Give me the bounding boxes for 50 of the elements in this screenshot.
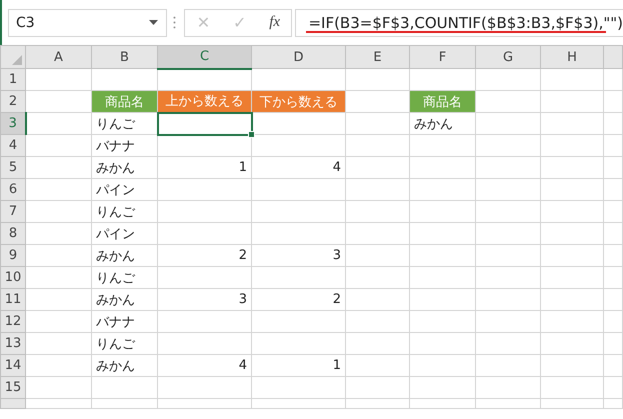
formula-button[interactable]: fx <box>265 14 284 31</box>
row-header[interactable]: 5 <box>0 156 26 178</box>
table-cell[interactable]: みかん <box>410 112 476 134</box>
table-cell[interactable]: 3 <box>252 244 346 266</box>
row-header[interactable]: 9 <box>0 244 26 266</box>
table-cell[interactable]: 3 <box>158 288 252 310</box>
table-cell[interactable]: みかん <box>92 156 158 178</box>
table-cell[interactable]: 4 <box>252 156 346 178</box>
row-header[interactable]: 12 <box>0 310 26 332</box>
dropdown-icon[interactable] <box>149 20 158 25</box>
fill-handle[interactable] <box>248 130 254 138</box>
column-header[interactable]: E <box>346 46 410 68</box>
column-header[interactable]: D <box>252 46 346 68</box>
column-header[interactable]: H <box>540 46 604 68</box>
row-header[interactable]: 1 <box>0 68 26 90</box>
table-cell[interactable]: パイン <box>92 222 158 244</box>
table-cell[interactable]: バナナ <box>92 310 158 332</box>
column-header[interactable]: G <box>476 46 540 68</box>
table-cell[interactable]: みかん <box>92 244 158 266</box>
row-header[interactable]: 8 <box>0 222 26 244</box>
formula-text: =IF(B3=$F$3,COUNTIF($B$3:B3,$F$3),"") <box>308 14 623 32</box>
formula-bar[interactable]: =IF(B3=$F$3,COUNTIF($B$3:B3,$F$3),"") <box>295 8 623 36</box>
row-header[interactable]: 10 <box>0 266 26 288</box>
table-cell[interactable]: 2 <box>158 244 252 266</box>
row-header[interactable]: 3 <box>0 112 26 134</box>
row-header[interactable]: 7 <box>0 200 26 222</box>
row-header[interactable]: 14 <box>0 354 26 376</box>
table-cell[interactable]: 4 <box>158 354 252 376</box>
table-cell[interactable]: 2 <box>252 288 346 310</box>
column-header[interactable]: B <box>92 46 158 68</box>
table-cell[interactable]: りんご <box>92 332 158 354</box>
table-cell[interactable]: りんご <box>92 266 158 288</box>
grip-icon <box>173 16 176 29</box>
row-header[interactable]: 15 <box>0 376 26 398</box>
table-cell[interactable]: みかん <box>92 354 158 376</box>
table-cell[interactable]: バナナ <box>92 134 158 156</box>
row-header[interactable]: 6 <box>0 178 26 200</box>
column-header[interactable]: A <box>26 46 92 68</box>
table-cell[interactable]: 1 <box>252 354 346 376</box>
row-header[interactable]: 4 <box>0 134 26 156</box>
row-header[interactable]: 2 <box>0 90 26 112</box>
table-cell[interactable]: パイン <box>92 178 158 200</box>
table-cell[interactable]: りんご <box>92 200 158 222</box>
row-header[interactable]: 13 <box>0 332 26 354</box>
table-cell[interactable]: みかん <box>92 288 158 310</box>
row-header[interactable]: 11 <box>0 288 26 310</box>
name-box[interactable]: C3 <box>8 8 168 36</box>
column-header[interactable]: C <box>158 46 252 68</box>
column-header[interactable]: F <box>410 46 476 68</box>
table-cell[interactable]: 1 <box>158 156 252 178</box>
